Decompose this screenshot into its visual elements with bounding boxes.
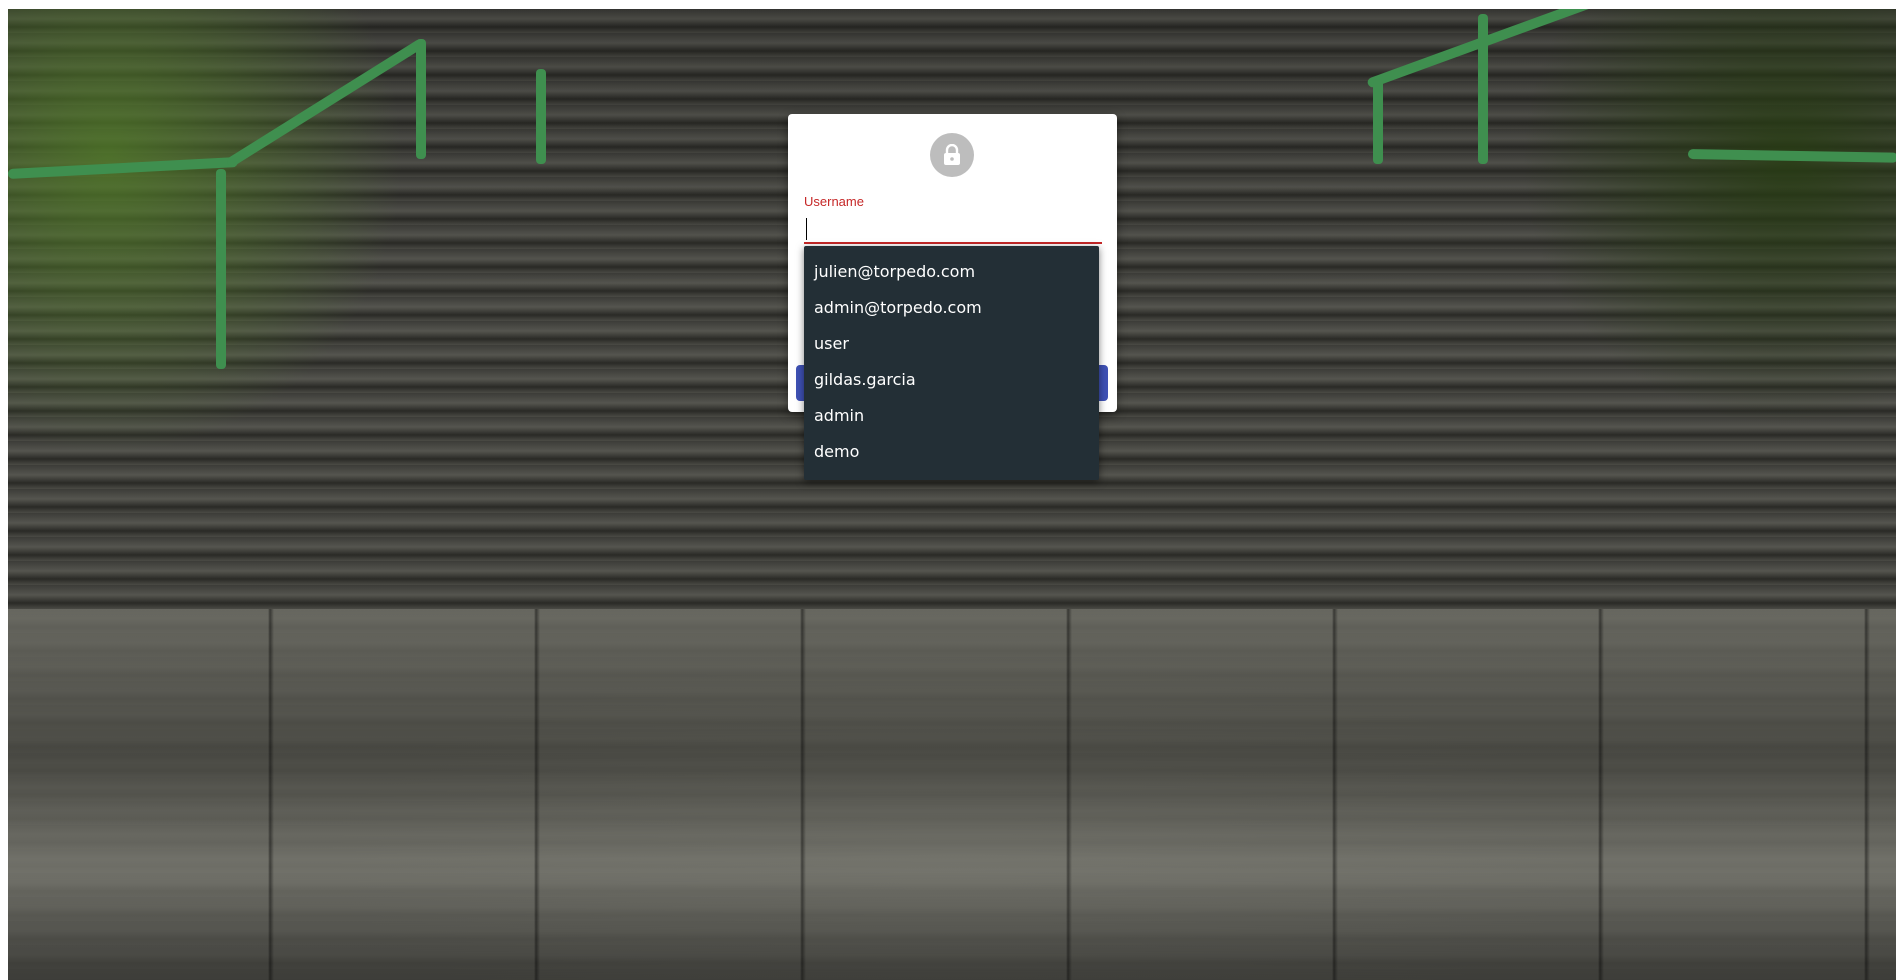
autocomplete-option[interactable]: demo xyxy=(804,434,1099,470)
rail-post xyxy=(536,69,546,164)
lock-icon xyxy=(944,144,960,165)
handrail-left-upper xyxy=(225,37,426,169)
autocomplete-option[interactable]: julien@torpedo.com xyxy=(804,254,1099,290)
username-input[interactable] xyxy=(804,214,1102,244)
lock-avatar xyxy=(930,133,974,177)
rail-post xyxy=(1373,79,1383,164)
handrail-left xyxy=(8,156,238,179)
autocomplete-option[interactable]: user xyxy=(804,326,1099,362)
autocomplete-option[interactable]: admin@torpedo.com xyxy=(804,290,1099,326)
username-label: Username xyxy=(804,194,864,209)
handrail-right xyxy=(1687,149,1896,163)
text-cursor xyxy=(806,218,807,240)
autocomplete-option[interactable]: gildas.garcia xyxy=(804,362,1099,398)
rail-post xyxy=(1478,14,1488,164)
autocomplete-option[interactable]: admin xyxy=(804,398,1099,434)
username-autocomplete-list: julien@torpedo.com admin@torpedo.com use… xyxy=(804,246,1099,480)
rail-post xyxy=(416,39,426,159)
rail-post xyxy=(216,169,226,369)
